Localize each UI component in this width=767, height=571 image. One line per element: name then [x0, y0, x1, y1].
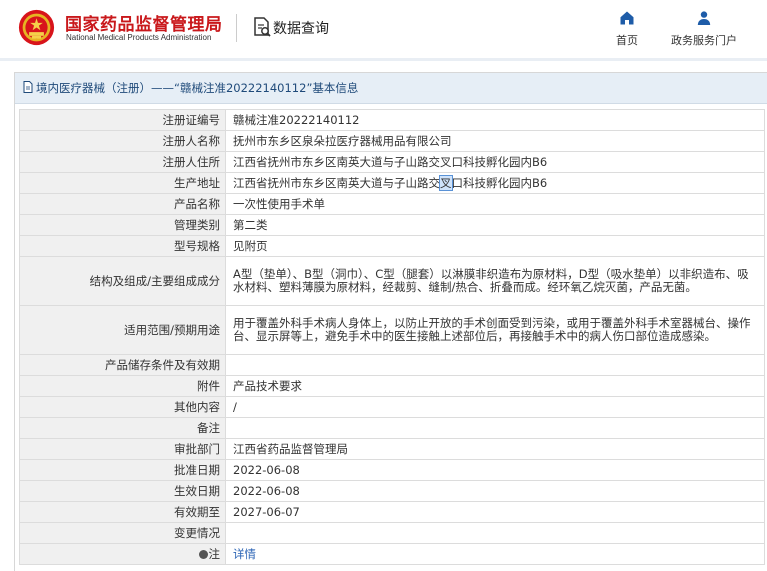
field-label: 产品名称: [19, 193, 226, 215]
field-label: 其他内容: [19, 396, 226, 418]
field-label: 适用范围/预期用途: [19, 305, 226, 355]
field-value: A型（垫单）、B型（洞巾）、C型（腿套）以淋膜非织造布为原材料，D型（吸水垫单）…: [225, 256, 765, 306]
field-value: /: [225, 396, 765, 418]
table-row: 适用范围/预期用途 用于覆盖外科手术病人身体上，以防止开放的手术创面受到污染，或…: [19, 305, 765, 355]
breadcrumb-text: 境内医疗器械（注册）——“赣械注准20222140112”基本信息: [36, 81, 359, 95]
selected-text: 叉: [439, 174, 453, 191]
field-value: 江西省抚州市东乡区南英大道与子山路交叉口科技孵化园内B6: [225, 151, 765, 173]
nav-home[interactable]: 首页: [612, 10, 642, 48]
details-link[interactable]: 详情: [233, 547, 256, 561]
table-row: 其他内容 /: [19, 396, 765, 418]
field-label: 附件: [19, 375, 226, 397]
field-label: 备注: [19, 417, 226, 439]
site-title: 国家药品监督管理局: [65, 15, 223, 35]
nav-home-label: 首页: [616, 34, 638, 47]
field-label: 生产地址: [19, 172, 226, 194]
table-row: 备注: [19, 417, 765, 439]
field-label: 结构及组成/主要组成成分: [19, 256, 226, 306]
table-row: 注册人名称 抚州市东乡区泉朵拉医疗器械用品有限公司: [19, 130, 765, 152]
table-row: 管理类别 第二类: [19, 214, 765, 236]
table-row: 注册人住所 江西省抚州市东乡区南英大道与子山路交叉口科技孵化园内B6: [19, 151, 765, 173]
field-label: 注册人名称: [19, 130, 226, 152]
header-underline: [0, 58, 767, 61]
table-row: 结构及组成/主要组成成分 A型（垫单）、B型（洞巾）、C型（腿套）以淋膜非织造布…: [19, 256, 765, 306]
header-divider: [236, 14, 237, 42]
breadcrumb: 境内医疗器械（注册）——“赣械注准20222140112”基本信息: [15, 73, 767, 104]
table-row: 产品储存条件及有效期: [19, 354, 765, 376]
table-row: 变更情况: [19, 522, 765, 544]
table-row: 注 详情: [19, 543, 765, 565]
table-row: 生产地址 江西省抚州市东乡区南英大道与子山路交叉口科技孵化园内B6: [19, 172, 765, 194]
table-row: 审批部门 江西省药品监督管理局: [19, 438, 765, 460]
nav-portal-label: 政务服务门户: [671, 34, 737, 47]
field-value: 详情: [225, 543, 765, 565]
note-label: 注: [208, 547, 221, 561]
field-label: 注册证编号: [19, 109, 226, 131]
field-value: [225, 417, 765, 439]
field-label: 注: [19, 543, 226, 565]
user-icon: [697, 11, 711, 25]
field-value: 一次性使用手术单: [225, 193, 765, 215]
field-value: 2027-06-07: [225, 501, 765, 523]
field-label: 生效日期: [19, 480, 226, 502]
table-row: 产品名称 一次性使用手术单: [19, 193, 765, 215]
document-icon: [23, 81, 33, 93]
field-label: 变更情况: [19, 522, 226, 544]
field-label: 产品储存条件及有效期: [19, 354, 226, 376]
data-query-label: 数据查询: [273, 21, 329, 37]
table-row: 型号规格 见附页: [19, 235, 765, 257]
field-value: [225, 522, 765, 544]
field-label: 有效期至: [19, 501, 226, 523]
site-header: 国家药品监督管理局 National Medical Products Admi…: [0, 0, 767, 60]
table-row: 注册证编号 赣械注准20222140112: [19, 109, 765, 131]
field-value: 产品技术要求: [225, 375, 765, 397]
field-label: 型号规格: [19, 235, 226, 257]
field-value: 第二类: [225, 214, 765, 236]
table-row: 附件 产品技术要求: [19, 375, 765, 397]
detail-panel: 境内医疗器械（注册）——“赣械注准20222140112”基本信息 注册证编号 …: [14, 72, 767, 571]
document-search-icon: [254, 17, 271, 37]
field-value: 2022-06-08: [225, 459, 765, 481]
field-value: 江西省抚州市东乡区南英大道与子山路交叉口科技孵化园内B6: [225, 172, 765, 194]
note-icon: [198, 550, 208, 559]
field-label: 注册人住所: [19, 151, 226, 173]
record-table: 注册证编号 赣械注准20222140112 注册人名称 抚州市东乡区泉朵拉医疗器…: [19, 109, 765, 565]
field-value: 见附页: [225, 235, 765, 257]
site-title-en: National Medical Products Administration: [66, 33, 212, 42]
value-text: 口科技孵化园内B6: [451, 175, 548, 190]
field-value: 抚州市东乡区泉朵拉医疗器械用品有限公司: [225, 130, 765, 152]
nav-service-portal[interactable]: 政务服务门户: [664, 10, 744, 48]
field-label: 管理类别: [19, 214, 226, 236]
table-row: 有效期至 2027-06-07: [19, 501, 765, 523]
field-value: 江西省药品监督管理局: [225, 438, 765, 460]
field-value: [225, 354, 765, 376]
home-icon: [620, 11, 634, 25]
table-row: 批准日期 2022-06-08: [19, 459, 765, 481]
field-label: 审批部门: [19, 438, 226, 460]
national-emblem-icon: [18, 9, 55, 46]
value-text: 江西省抚州市东乡区南英大道与子山路交: [233, 175, 440, 190]
field-value: 赣械注准20222140112: [225, 109, 765, 131]
table-row: 生效日期 2022-06-08: [19, 480, 765, 502]
field-label: 批准日期: [19, 459, 226, 481]
field-value: 2022-06-08: [225, 480, 765, 502]
field-value: 用于覆盖外科手术病人身体上，以防止开放的手术创面受到污染，或用于覆盖外科手术室器…: [225, 305, 765, 355]
